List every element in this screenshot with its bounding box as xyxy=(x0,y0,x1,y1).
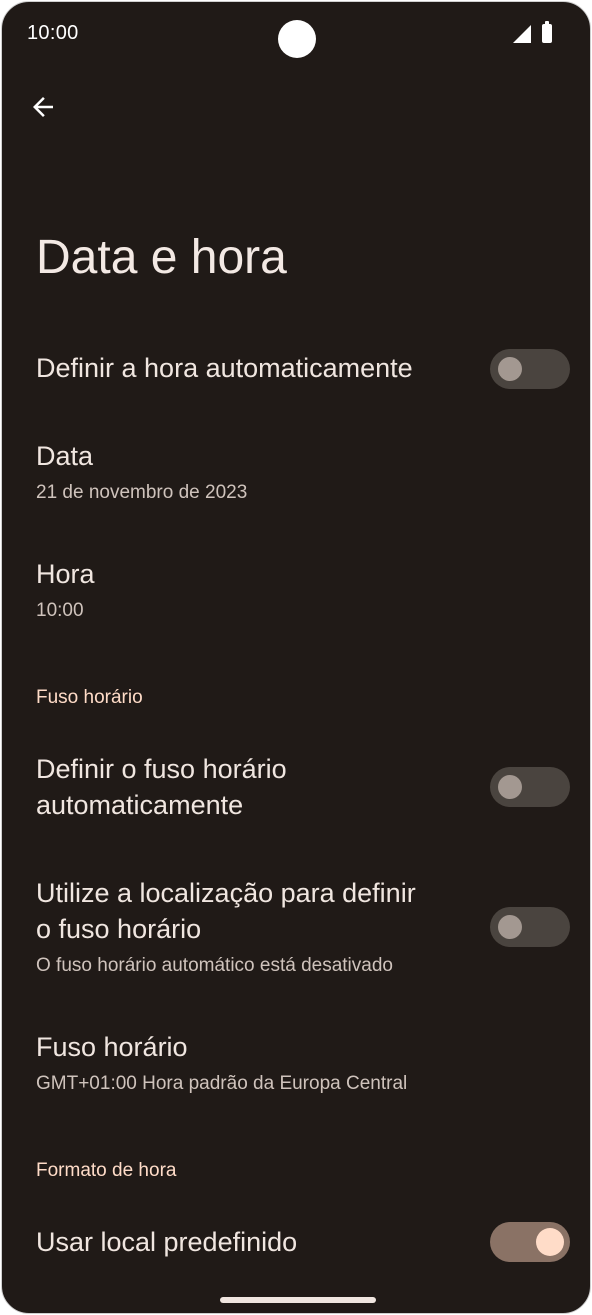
gesture-nav-bar[interactable] xyxy=(220,1297,376,1303)
cell-signal-icon xyxy=(513,25,531,43)
back-button[interactable] xyxy=(28,92,58,122)
page-title: Data e hora xyxy=(36,231,287,284)
time-row[interactable]: Hora 10:00 xyxy=(2,550,590,630)
auto-timezone-switch[interactable] xyxy=(490,767,570,807)
locale-default-label: Usar local predefinido xyxy=(36,1227,298,1257)
timezone-value: GMT+01:00 Hora padrão da Europa Central xyxy=(36,1073,408,1094)
timezone-label: Fuso horário xyxy=(36,1032,188,1062)
settings-screen: 10:00 Data e hora Definir a hora automat… xyxy=(1,1,591,1314)
time-label: Hora xyxy=(36,559,95,589)
location-timezone-summary: O fuso horário automático está desativad… xyxy=(36,955,393,976)
battery-icon xyxy=(542,21,552,43)
auto-timezone-label-line2: automaticamente xyxy=(36,790,244,820)
status-bar: 10:00 xyxy=(2,2,590,66)
switch-knob xyxy=(536,1228,564,1256)
location-timezone-label-line1: Utilize a localização para definir xyxy=(36,878,416,908)
switch-knob xyxy=(498,775,522,799)
date-row[interactable]: Data 21 de novembro de 2023 xyxy=(2,432,590,512)
status-time: 10:00 xyxy=(27,22,79,44)
locale-default-switch[interactable] xyxy=(490,1222,570,1262)
auto-time-switch[interactable] xyxy=(490,349,570,389)
auto-time-label: Definir a hora automaticamente xyxy=(36,353,413,383)
auto-time-row[interactable]: Definir a hora automaticamente xyxy=(2,342,590,398)
date-value: 21 de novembro de 2023 xyxy=(36,482,248,503)
location-timezone-row[interactable]: Utilize a localização para definir o fus… xyxy=(2,870,590,985)
camera-cutout xyxy=(278,20,316,58)
auto-timezone-label-line1: Definir o fuso horário xyxy=(36,754,287,784)
switch-knob xyxy=(498,915,522,939)
auto-timezone-row[interactable]: Definir o fuso horário automaticamente xyxy=(2,747,590,831)
arrow-back-icon xyxy=(33,97,53,117)
section-header-timezone: Fuso horário xyxy=(36,687,143,708)
timezone-row[interactable]: Fuso horário GMT+01:00 Hora padrão da Eu… xyxy=(2,1024,590,1104)
locale-default-row[interactable]: Usar local predefinido xyxy=(2,1216,590,1272)
location-timezone-label-line2: o fuso horário xyxy=(36,914,202,944)
date-label: Data xyxy=(36,441,94,471)
section-header-time-format: Formato de hora xyxy=(36,1160,177,1181)
location-timezone-switch[interactable] xyxy=(490,907,570,947)
switch-knob xyxy=(498,357,522,381)
time-value: 10:00 xyxy=(36,600,84,621)
